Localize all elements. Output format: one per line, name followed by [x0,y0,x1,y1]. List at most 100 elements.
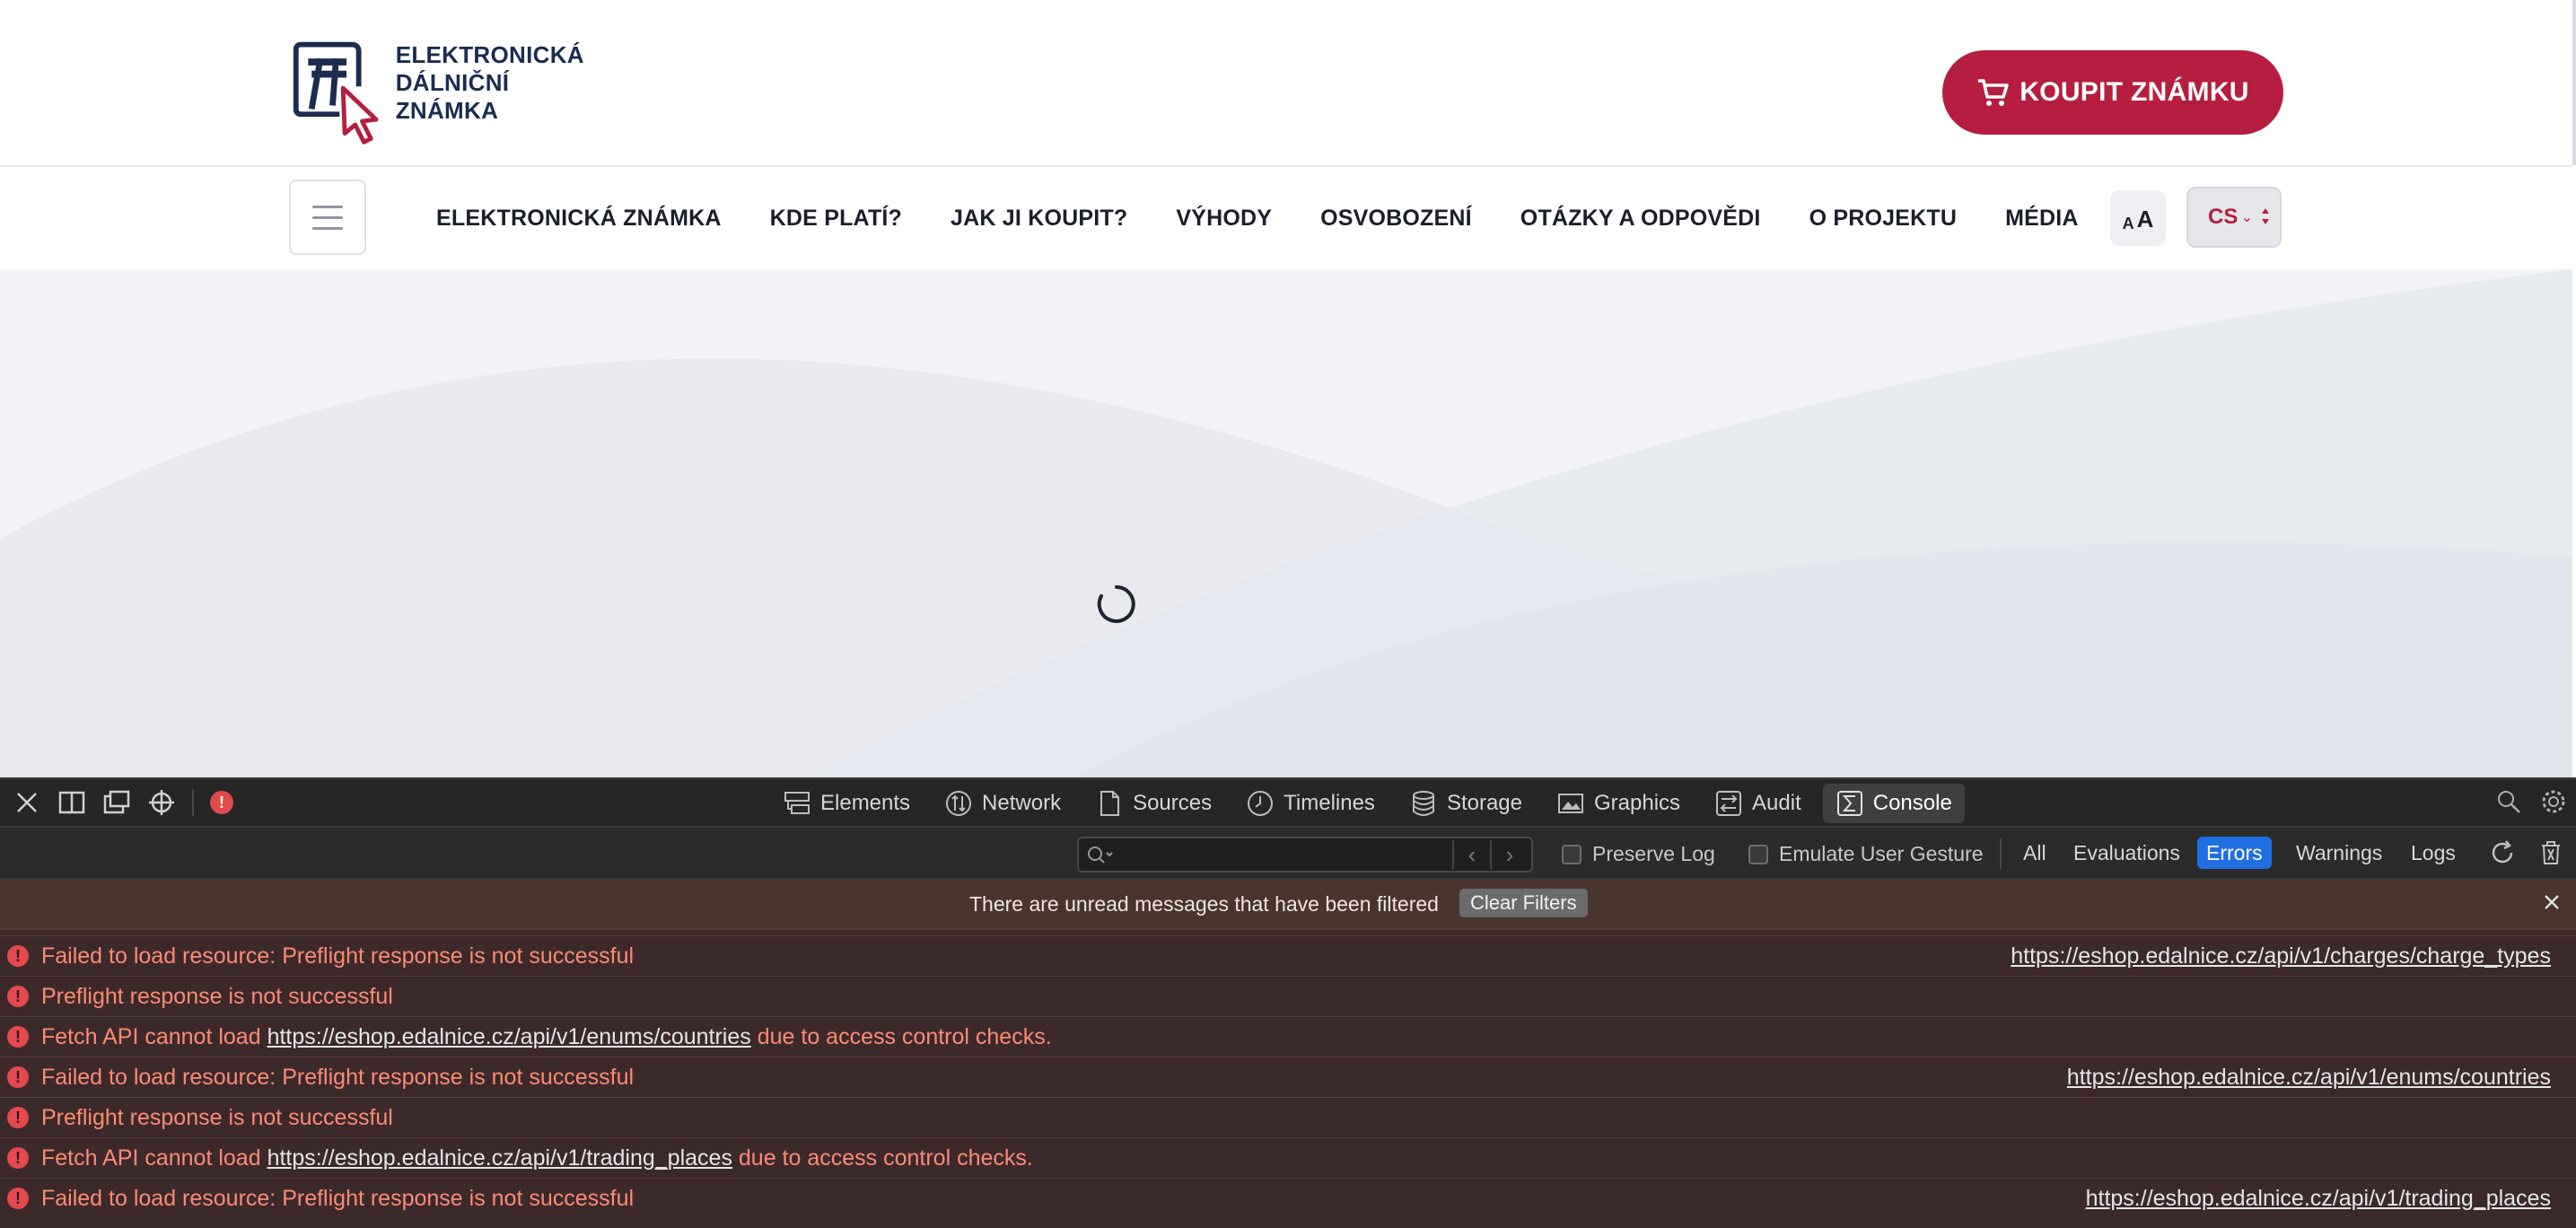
emulate-user-gesture-checkbox[interactable]: Emulate User Gesture [1748,842,1984,866]
level-errors[interactable]: Errors [2197,837,2272,869]
sources-file-icon [1100,791,1120,816]
log-source-link[interactable]: https://eshop.edalnice.cz/api/v1/charges… [2011,943,2551,969]
font-small-label: A [2122,215,2134,232]
tab-timelines-label: Timelines [1284,791,1375,815]
log-message-suffix: due to access control checks. [750,1023,1052,1049]
tab-storage[interactable]: Storage [1397,784,1535,823]
tab-graphics-label: Graphics [1594,791,1681,815]
nav-item-otazky-a-odpovedi[interactable]: OTÁZKY A ODPOVĚDI [1520,206,1761,232]
site-logo[interactable]: ELEKTRONICKÁ DÁLNIČNÍ ZNÁMKA [289,39,612,145]
font-large-label: A [2136,206,2154,232]
log-inline-link[interactable]: https://eshop.edalnice.cz/api/v1/trading… [267,1145,732,1171]
log-message-suffix: due to access control checks. [732,1145,1033,1171]
log-message-prefix: Fetch API cannot load [41,1145,267,1171]
web-inspector: ! Elements Network Sources Timelines Sto… [0,777,2576,1228]
tab-storage-label: Storage [1446,791,1522,815]
chevron-down-icon: ⌄ [2240,210,2253,225]
error-icon: ! [7,1066,29,1088]
language-value: CS [2208,205,2239,229]
log-row[interactable]: ! Preflight response is not successful [0,1097,2576,1137]
filter-search-icon [1088,846,1113,864]
log-source-link[interactable]: https://eshop.edalnice.cz/api/v1/trading… [2086,1186,2551,1212]
error-icon: ! [7,1147,29,1169]
nav-item-o-projektu[interactable]: O PROJEKTU [1809,206,1958,232]
tab-graphics[interactable]: Graphics [1544,784,1693,823]
level-warnings[interactable]: Warnings [2287,837,2391,869]
nav-item-vyhody[interactable]: VÝHODY [1176,206,1272,232]
tab-network-label: Network [982,791,1062,815]
level-evaluations[interactable]: Evaluations [2064,837,2189,869]
graphics-image-icon [1558,794,1583,813]
gear-icon[interactable] [2540,788,2567,815]
element-picker-crosshair-icon[interactable] [147,788,176,817]
log-source-link[interactable]: https://eshop.edalnice.cz/api/v1/enums/c… [2067,1065,2551,1091]
dock-side-icon[interactable] [57,788,86,817]
console-filter-input[interactable]: ‹ › [1077,837,1533,873]
console-log: ! Failed to load resource: Preflight res… [0,930,2576,1228]
audit-icon [1716,791,1742,816]
error-indicator-icon[interactable]: ! [210,791,233,814]
tab-sources[interactable]: Sources [1082,784,1224,823]
log-row[interactable]: ! Fetch API cannot load https://eshop.ed… [0,1016,2576,1057]
emulate-user-gesture-box[interactable] [1748,844,1768,864]
log-row[interactable]: ! Fetch API cannot load https://eshop.ed… [0,1137,2576,1178]
reload-icon[interactable] [2488,838,2517,867]
highway-cursor-logo-icon [293,41,379,145]
tab-console[interactable]: Console [1822,784,1965,823]
log-inline-link[interactable]: https://eshop.edalnice.cz/api/v1/enums/c… [267,1024,751,1050]
log-message-prefix: Fetch API cannot load [41,1023,267,1049]
close-icon[interactable] [2538,889,2565,916]
nav-item-media[interactable]: MÉDIA [2005,206,2079,232]
preserve-log-box[interactable] [1562,844,1582,864]
filtered-messages-notice: There are unread messages that have been… [0,880,2576,930]
log-row[interactable]: ! Failed to load resource: Preflight res… [0,1178,2576,1218]
tab-timelines[interactable]: Timelines [1233,784,1388,823]
log-row[interactable]: ! Failed to load resource: Preflight res… [0,1057,2576,1097]
clear-filters-button[interactable]: Clear Filters [1459,889,1588,917]
log-message: Failed to load resource: Preflight respo… [41,1064,635,1090]
language-select[interactable]: CS ⌄ [2186,187,2282,248]
storage-database-icon [1412,791,1434,816]
elements-icon [784,792,810,814]
logo-line-2: DÁLNIČNÍ ZNÁMKA [395,69,510,124]
preserve-log-label: Preserve Log [1592,842,1715,865]
search-icon[interactable] [2495,788,2522,815]
logo-line-1: ELEKTRONICKÁ [395,41,584,68]
log-row[interactable]: ! Failed to load resource: Preflight res… [0,935,2576,976]
level-all[interactable]: All [2014,837,2055,869]
hamburger-menu-icon[interactable] [289,180,366,255]
filtered-notice-text: There are unread messages that have been… [969,892,1439,916]
tab-network[interactable]: Network [932,784,1073,823]
log-message: Failed to load resource: Preflight respo… [41,1185,635,1211]
console-filter-bar: ‹ › Preserve Log Emulate User Gesture Al… [0,828,2576,880]
main-menu: ELEKTRONICKÁ ZNÁMKA KDE PLATÍ? JAK JI KO… [436,167,2127,269]
emulate-user-gesture-label: Emulate User Gesture [1779,842,1984,865]
nav-item-jak-ji-koupit[interactable]: JAK JI KOUPIT? [951,206,1127,232]
tab-audit-label: Audit [1752,791,1801,815]
level-logs[interactable]: Logs [2402,837,2465,869]
previous-match-icon[interactable]: ‹ [1452,840,1490,869]
clear-console-trash-icon[interactable] [2537,838,2565,867]
decorative-waves [0,269,2572,777]
tab-elements[interactable]: Elements [770,784,923,823]
close-icon[interactable] [13,788,41,817]
error-icon: ! [7,1107,29,1128]
nav-item-kde-plati[interactable]: KDE PLATÍ? [770,206,902,232]
inspector-toolbar: ! Elements Network Sources Timelines Sto… [0,777,2576,828]
detach-window-icon[interactable] [102,788,131,817]
tab-sources-label: Sources [1133,791,1213,815]
page-content [0,269,2572,777]
cart-icon [1978,79,2009,106]
next-match-icon[interactable]: › [1490,840,1528,869]
log-row[interactable]: ! Preflight response is not successful [0,976,2576,1016]
console-icon [1836,791,1862,816]
select-arrows-icon [2262,208,2269,224]
filter-divider [2000,838,2002,869]
buy-button-label: KOUPIT ZNÁMKU [2020,77,2249,107]
tab-audit[interactable]: Audit [1702,784,1814,823]
nav-item-elektronicka-znamka[interactable]: ELEKTRONICKÁ ZNÁMKA [436,206,722,232]
preserve-log-checkbox[interactable]: Preserve Log [1562,842,1715,866]
buy-vignette-button[interactable]: KOUPIT ZNÁMKU [1942,50,2283,135]
nav-item-osvobozeni[interactable]: OSVOBOZENÍ [1320,206,1472,232]
font-size-toggle-button[interactable]: A A [2110,190,2166,246]
